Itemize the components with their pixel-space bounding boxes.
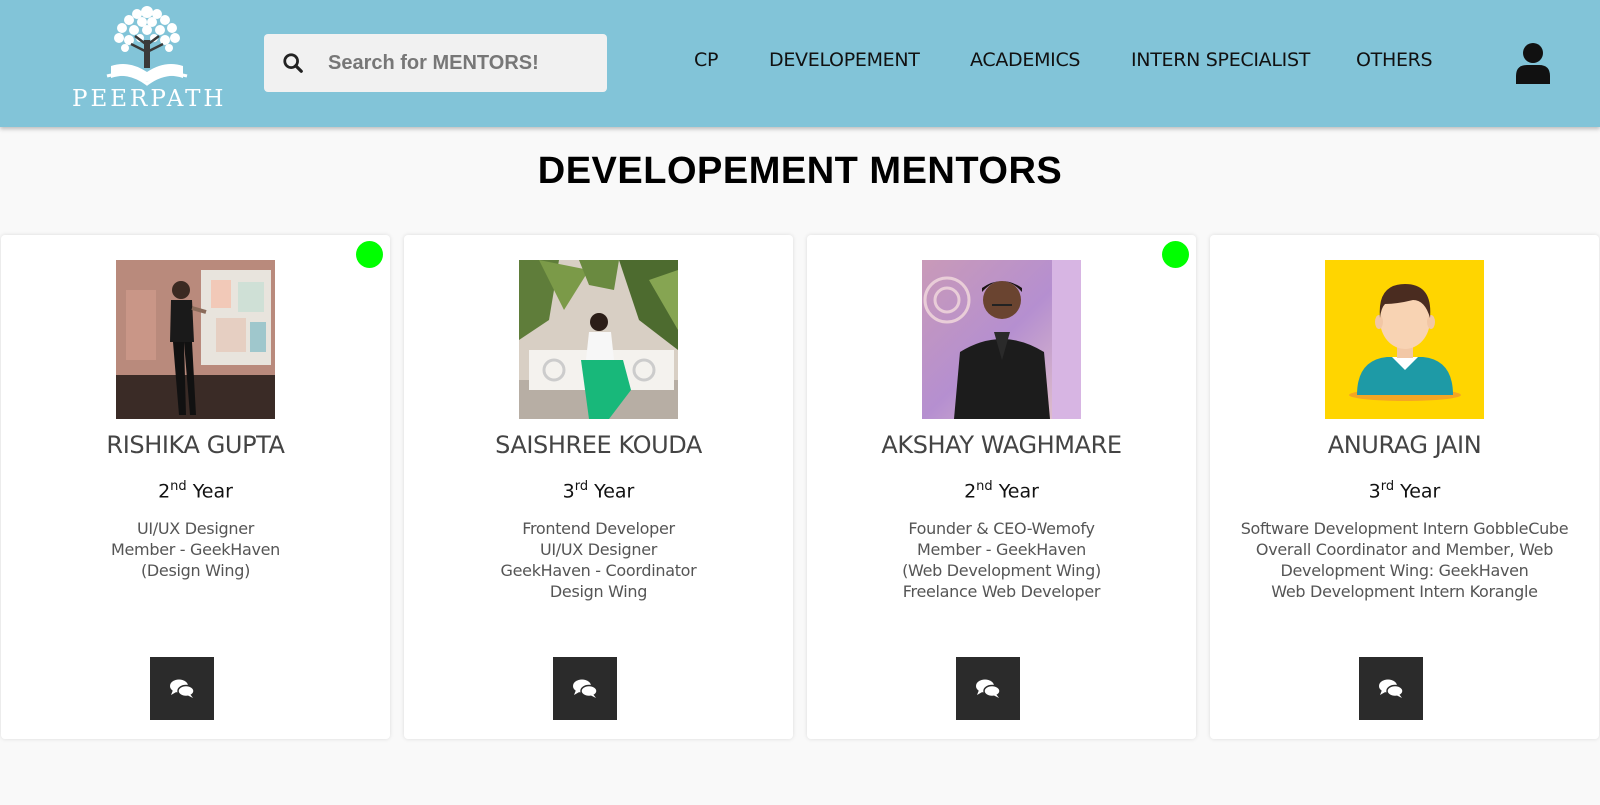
mentor-card: RISHIKA GUPTA 2nd Year UI/UX Designer Me… bbox=[1, 235, 390, 739]
mentor-card: SAISHREE KOUDA 3rd Year Frontend Develop… bbox=[404, 235, 793, 739]
mentor-year: 3rd Year bbox=[1368, 479, 1441, 503]
chat-bubbles-icon bbox=[976, 679, 1001, 698]
mentor-description: Software Development Intern GobbleCube O… bbox=[1240, 519, 1569, 601]
mentor-name: SAISHREE KOUDA bbox=[495, 431, 702, 459]
online-status-indicator bbox=[356, 241, 383, 268]
nav-link-cp[interactable]: CP bbox=[694, 49, 718, 71]
chat-bubbles-icon bbox=[1379, 679, 1404, 698]
mentor-photo[interactable] bbox=[519, 260, 678, 419]
chat-button[interactable] bbox=[1359, 657, 1423, 720]
mentor-card-grid: RISHIKA GUPTA 2nd Year UI/UX Designer Me… bbox=[0, 235, 1600, 740]
mentor-name: RISHIKA GUPTA bbox=[106, 431, 285, 459]
page-title: DEVELOPEMENT MENTORS bbox=[537, 150, 1063, 192]
mentor-photo[interactable] bbox=[116, 260, 275, 419]
nav-link-others[interactable]: OTHERS bbox=[1356, 49, 1433, 71]
peerpath-logo[interactable]: PEERPATH bbox=[72, 0, 227, 127]
mentor-year: 2nd Year bbox=[158, 479, 233, 503]
mentor-description: Frontend Developer UI/UX Designer GeekHa… bbox=[500, 519, 697, 601]
search-bar bbox=[264, 34, 607, 92]
search-input[interactable] bbox=[326, 50, 590, 76]
mentor-card: AKSHAY WAGHMARE 2nd Year Founder & CEO-W… bbox=[807, 235, 1196, 739]
mentor-description: UI/UX Designer Member - GeekHaven (Desig… bbox=[111, 519, 280, 580]
chat-button[interactable] bbox=[553, 657, 617, 720]
mentor-year: 3rd Year bbox=[562, 479, 635, 503]
mentor-card: ANURAG JAIN 3rd Year Software Developmen… bbox=[1210, 235, 1599, 739]
mentor-photo[interactable] bbox=[922, 260, 1081, 419]
chat-bubbles-icon bbox=[170, 679, 195, 698]
nav-link-intern-specialist[interactable]: INTERN SPECIALIST bbox=[1131, 49, 1310, 71]
chat-button[interactable] bbox=[956, 657, 1020, 720]
tree-book-icon bbox=[106, 6, 188, 86]
mentor-year: 2nd Year bbox=[964, 479, 1039, 503]
mentor-name: AKSHAY WAGHMARE bbox=[881, 431, 1122, 459]
user-profile-icon[interactable] bbox=[1514, 42, 1552, 84]
mentor-name: ANURAG JAIN bbox=[1327, 431, 1482, 459]
search-icon[interactable] bbox=[282, 52, 304, 74]
online-status-indicator bbox=[1162, 241, 1189, 268]
chat-bubbles-icon bbox=[573, 679, 598, 698]
top-navbar: PEERPATH CP DEVELOPEMENT ACADEMICS INTER… bbox=[0, 0, 1600, 127]
nav-link-developement[interactable]: DEVELOPEMENT bbox=[769, 49, 920, 71]
nav-link-academics[interactable]: ACADEMICS bbox=[970, 49, 1080, 71]
chat-button[interactable] bbox=[150, 657, 214, 720]
mentor-photo[interactable] bbox=[1325, 260, 1484, 419]
mentor-description: Founder & CEO-Wemofy Member - GeekHaven … bbox=[902, 519, 1101, 601]
logo-text: PEERPATH bbox=[72, 86, 227, 112]
